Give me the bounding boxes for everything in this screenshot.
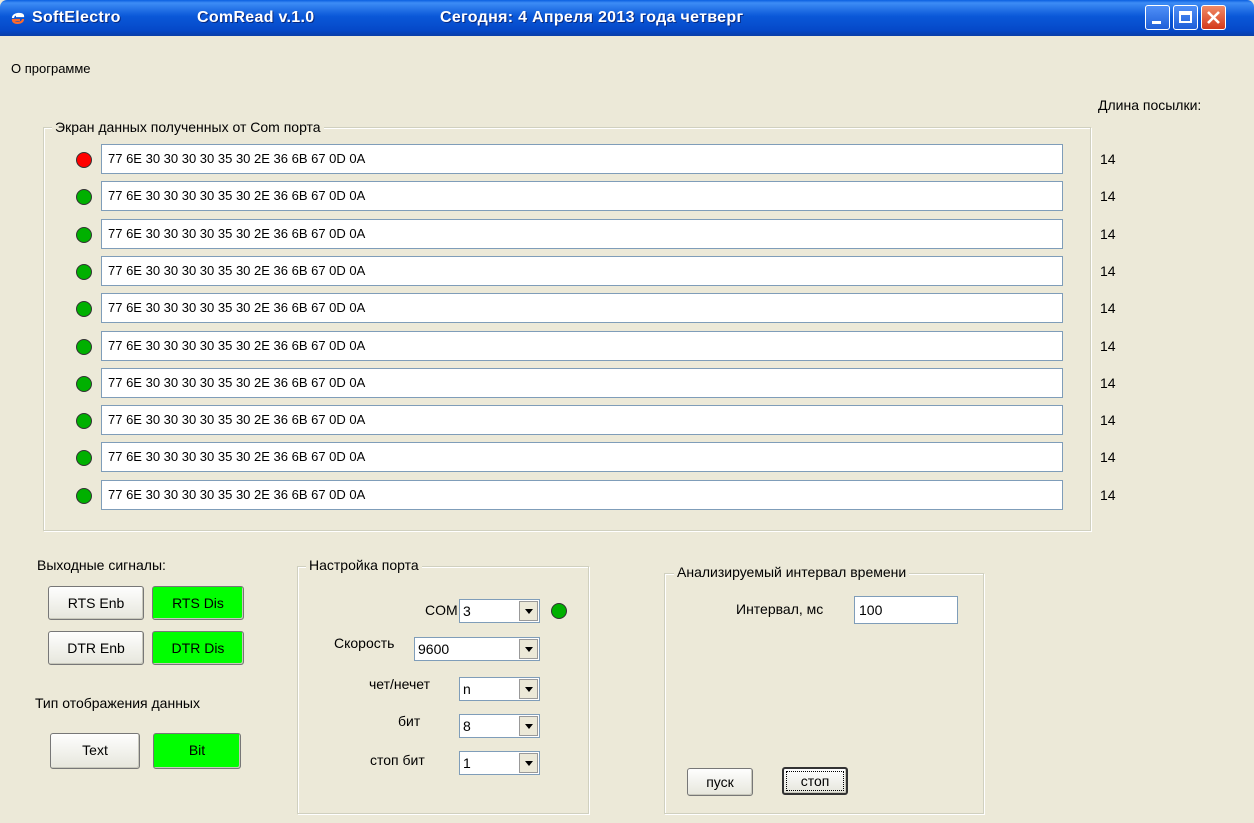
status-led [76,413,92,430]
chevron-down-icon[interactable] [519,716,538,736]
menu-about[interactable]: О программе [11,61,91,76]
bits-value: 8 [463,718,471,734]
port-settings-legend: Настройка порта [306,557,422,573]
data-row-field[interactable]: 77 6E 30 30 30 30 35 30 2E 36 6B 67 0D 0… [101,218,1063,249]
speed-select[interactable]: 9600 [414,637,540,661]
com-status-led [551,603,567,619]
speed-value: 9600 [418,641,450,657]
stop-bits-select[interactable]: 1 [459,751,540,775]
parity-label: чет/нечет [369,676,430,692]
app-title: ComRead v.1.0 [197,9,315,26]
date-title: Сегодня: 4 Апреля 2013 года четверг [440,9,744,26]
data-screen-legend: Экран данных полученных от Com порта [52,119,324,135]
status-led [76,338,92,355]
com-value: 3 [463,603,471,619]
data-row-field[interactable]: 77 6E 30 30 30 30 35 30 2E 36 6B 67 0D 0… [101,293,1063,324]
com-port-select[interactable]: 3 [459,599,540,623]
rts-enb-button[interactable]: RTS Enb [48,586,144,620]
output-signals-label: Выходные сигналы: [37,557,166,573]
stop-button[interactable]: стоп [782,767,848,795]
menu-bar [0,36,1254,60]
data-row-field[interactable]: 77 6E 30 30 30 30 35 30 2E 36 6B 67 0D 0… [101,255,1063,286]
interval-label: Интервал, мс [736,601,824,617]
brand-title: SoftElectro [32,9,121,26]
status-led [76,152,92,168]
chevron-down-icon[interactable] [519,639,538,659]
dtr-dis-button[interactable]: DTR Dis [152,631,244,665]
dtr-enb-button[interactable]: DTR Enb [48,631,144,665]
close-icon [1207,11,1220,24]
parity-select[interactable]: n [459,677,540,701]
data-row-field[interactable]: 77 6E 30 30 30 30 35 30 2E 36 6B 67 0D 0… [101,405,1063,436]
row-length: 14 [1100,225,1116,242]
row-length: 14 [1100,337,1116,354]
status-led [76,226,92,243]
chevron-down-icon[interactable] [519,679,538,699]
row-length: 14 [1100,449,1116,466]
speed-label: Скорость [334,635,395,651]
row-length: 14 [1100,151,1116,167]
chevron-down-icon[interactable] [519,753,538,773]
bit-mode-button[interactable]: Bit [153,733,241,769]
row-length: 14 [1100,188,1116,205]
data-row-field[interactable]: 77 6E 30 30 30 30 35 30 2E 36 6B 67 0D 0… [101,479,1063,510]
minimize-button[interactable] [1145,5,1170,30]
status-led [76,487,92,504]
stop-bits-value: 1 [463,755,471,771]
stop-bits-label: стоп бит [370,752,425,768]
row-length: 14 [1100,486,1116,503]
close-button[interactable] [1201,5,1226,30]
text-mode-button[interactable]: Text [50,733,140,769]
maximize-icon [1179,11,1192,23]
app-icon [11,12,25,24]
chevron-down-icon[interactable] [519,601,538,621]
data-row-field[interactable]: 77 6E 30 30 30 30 35 30 2E 36 6B 67 0D 0… [101,144,1063,174]
interval-input[interactable]: 100 [854,596,958,624]
row-length: 14 [1100,300,1116,317]
bits-label: бит [398,713,421,729]
rts-dis-button[interactable]: RTS Dis [152,586,244,620]
data-row-field[interactable]: 77 6E 30 30 30 30 35 30 2E 36 6B 67 0D 0… [101,442,1063,473]
data-row-field[interactable]: 77 6E 30 30 30 30 35 30 2E 36 6B 67 0D 0… [101,181,1063,212]
status-led [76,263,92,280]
row-length: 14 [1100,412,1116,429]
minimize-icon [1152,21,1161,24]
data-row-field[interactable]: 77 6E 30 30 30 30 35 30 2E 36 6B 67 0D 0… [101,367,1063,398]
start-button[interactable]: пуск [687,768,753,796]
data-row-field[interactable]: 77 6E 30 30 30 30 35 30 2E 36 6B 67 0D 0… [101,330,1063,361]
row-length: 14 [1100,374,1116,391]
parity-value: n [463,681,471,697]
status-led [76,375,92,392]
row-length: 14 [1100,262,1116,279]
maximize-button[interactable] [1173,5,1198,30]
length-header: Длина посылки: [1098,97,1202,113]
display-type-label: Тип отображения данных [35,695,200,711]
com-label: COM [425,602,458,618]
title-bar: SoftElectro ComRead v.1.0 Сегодня: 4 Апр… [0,0,1254,36]
bits-select[interactable]: 8 [459,714,540,738]
interval-legend: Анализируемый интервал времени [674,564,910,580]
